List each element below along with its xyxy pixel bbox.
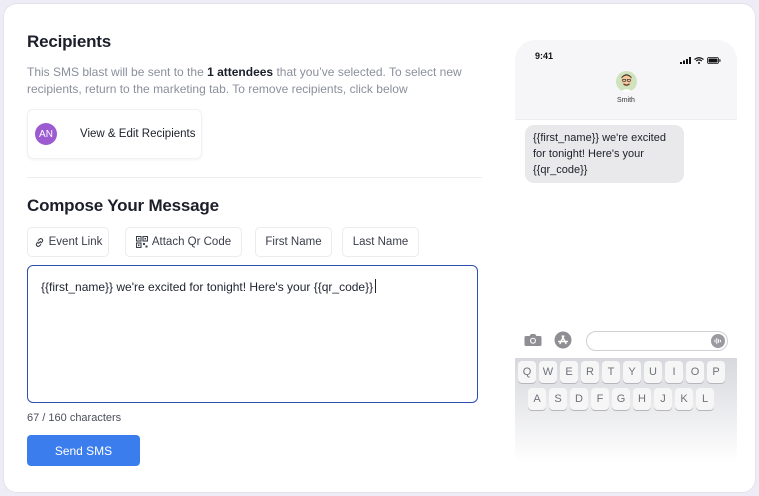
keyboard-key-d: D (570, 388, 588, 410)
qr-code-icon (135, 236, 148, 248)
keyboard-key-o: O (686, 361, 704, 383)
keyboard-key-y: Y (623, 361, 641, 383)
keyboard-key-j: J (654, 388, 672, 410)
phone-time: 9:41 (535, 51, 554, 61)
character-counter: 67 / 160 characters (27, 412, 122, 424)
event-link-button[interactable]: Event Link (27, 227, 109, 257)
phone-header: 9:41 Smith (515, 40, 737, 120)
keyboard-key-p: P (707, 361, 725, 383)
desc-text-pre: This SMS blast will be sent to the (27, 65, 208, 79)
keyboard-key-w: W (539, 361, 557, 383)
first-name-label: First Name (265, 236, 322, 248)
attach-qr-code-button[interactable]: Attach Qr Code (125, 227, 242, 257)
text-caret (375, 279, 377, 293)
recipients-description: This SMS blast will be sent to the 1 att… (27, 64, 482, 97)
contact-name: Smith (617, 97, 635, 104)
phone-input-row (524, 330, 728, 352)
phone-keyboard: QWERTYUIOP ASDFGHJKL (515, 358, 737, 468)
battery-icon (707, 51, 721, 69)
app-store-icon (554, 331, 572, 354)
keyboard-key-u: U (644, 361, 662, 383)
first-name-button[interactable]: First Name (255, 227, 332, 257)
event-link-label: Event Link (48, 236, 103, 248)
view-edit-recipients-button[interactable]: AN View & Edit Recipients (27, 109, 202, 159)
keyboard-row-1: QWERTYUIOP (518, 361, 725, 383)
keyboard-key-g: G (612, 388, 630, 410)
phone-preview: 9:41 Smith {{first_name}} we're excited … (506, 32, 746, 468)
keyboard-key-q: Q (518, 361, 536, 383)
last-name-label: Last Name (352, 236, 409, 248)
section-divider (27, 177, 482, 178)
keyboard-key-l: L (696, 388, 714, 410)
phone-status-icons (680, 51, 721, 69)
desc-attendee-count: 1 attendees (207, 65, 274, 79)
send-sms-button[interactable]: Send SMS (27, 435, 140, 466)
keyboard-row-2: ASDFGHJKL (528, 388, 714, 410)
message-textarea[interactable]: {{first_name}} we're excited for tonight… (27, 265, 478, 403)
link-icon (34, 237, 45, 248)
keyboard-key-r: R (581, 361, 599, 383)
signal-icon (680, 51, 691, 69)
phone-messages: {{first_name}} we're excited for tonight… (515, 120, 737, 468)
view-edit-recipients-label: View & Edit Recipients (80, 128, 196, 140)
compose-title: Compose Your Message (27, 196, 219, 215)
sms-blast-card: Recipients This SMS blast will be sent t… (3, 3, 756, 493)
message-text: {{first_name}} we're excited for tonight… (41, 280, 374, 294)
keyboard-key-e: E (560, 361, 578, 383)
message-bubble: {{first_name}} we're excited for tonight… (525, 125, 684, 183)
keyboard-key-f: F (591, 388, 609, 410)
phone-message-input (586, 331, 728, 351)
recipient-avatar: AN (35, 123, 57, 145)
keyboard-key-t: T (602, 361, 620, 383)
camera-icon (524, 332, 542, 352)
wifi-icon (694, 51, 704, 69)
last-name-button[interactable]: Last Name (342, 227, 419, 257)
keyboard-key-i: I (665, 361, 683, 383)
keyboard-key-a: A (528, 388, 546, 410)
contact-avatar-icon (616, 71, 637, 92)
attach-qr-code-label: Attach Qr Code (151, 236, 232, 248)
recipients-title: Recipients (27, 32, 111, 51)
keyboard-key-s: S (549, 388, 567, 410)
keyboard-key-h: H (633, 388, 651, 410)
keyboard-key-k: K (675, 388, 693, 410)
audio-waveform-icon (711, 334, 725, 348)
